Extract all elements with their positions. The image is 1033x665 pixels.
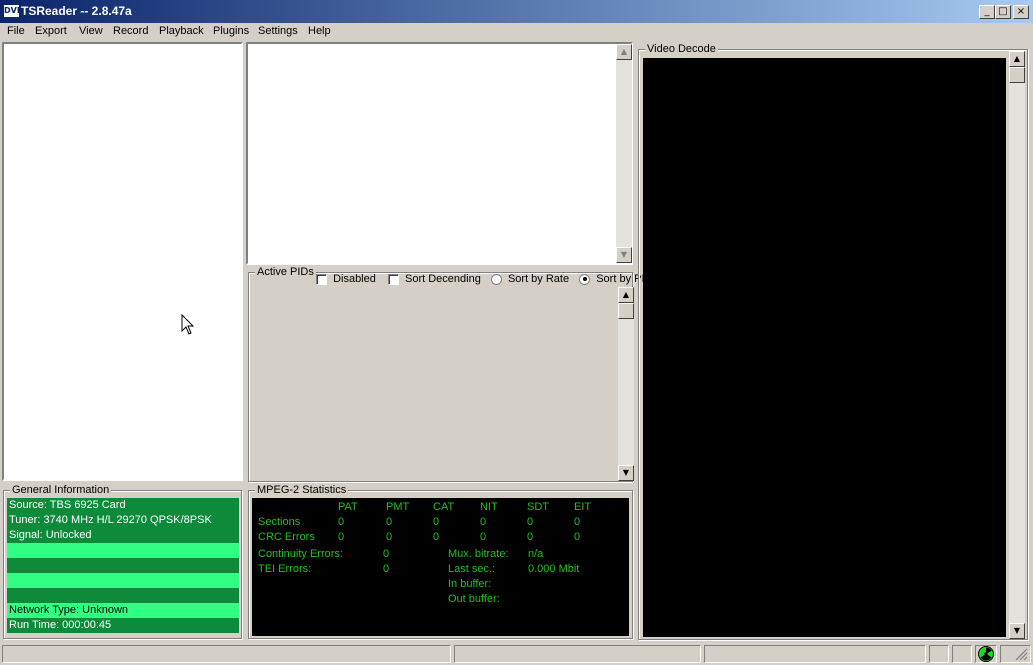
- run-time-row: Run Time: 000:00:45: [7, 618, 239, 633]
- close-button[interactable]: ×: [1013, 5, 1029, 19]
- sections-pmt: 0: [386, 516, 393, 528]
- nit-header: NIT: [480, 501, 498, 513]
- radiation-icon: [978, 646, 994, 662]
- status-panel-2: [454, 645, 701, 663]
- status-panel-1: [2, 645, 451, 663]
- sections-eit: 0: [574, 516, 581, 528]
- status-panel-3: [704, 645, 926, 663]
- video-display[interactable]: [643, 58, 1006, 637]
- details-scrollbar[interactable]: ▲ ▼: [616, 44, 632, 263]
- sort-by-pid-radio[interactable]: [579, 273, 591, 285]
- crc-cat: 0: [433, 531, 440, 543]
- video-scrollbar[interactable]: ▲ ▼: [1009, 51, 1025, 639]
- crc-errors-label: CRC Errors: [258, 531, 315, 543]
- general-info-group: General Information Source: TBS 6925 Car…: [3, 484, 242, 639]
- out-buffer-label: Out buffer:: [448, 593, 500, 605]
- sections-label: Sections: [258, 516, 301, 528]
- mpeg2-stats-display: PAT PMT CAT NIT SDT EIT Sections 0 0 0 0…: [252, 498, 629, 636]
- menu-file[interactable]: File: [7, 25, 25, 37]
- details-panel[interactable]: ▲ ▼: [246, 42, 633, 265]
- tei-errors-label: TEI Errors:: [258, 563, 312, 575]
- sort-descending-label: Sort Decending: [405, 273, 481, 285]
- sort-descending-checkbox[interactable]: [387, 273, 399, 285]
- video-scroll-down-button[interactable]: ▼: [1009, 623, 1025, 639]
- general-info-label: General Information: [10, 484, 112, 496]
- pids-options: Disabled Sort Decending Sort by Rate Sor…: [316, 273, 652, 285]
- menu-bar: File Export View Record Playback Plugins…: [0, 23, 1033, 41]
- sections-nit: 0: [480, 516, 487, 528]
- sort-by-rate-radio[interactable]: [490, 273, 502, 285]
- sdt-header: SDT: [527, 501, 549, 513]
- info-row: [7, 558, 239, 573]
- crc-nit: 0: [480, 531, 487, 543]
- pids-scrollbar[interactable]: ▲ ▼: [618, 287, 634, 481]
- window-title: TSReader -- 2.8.47a: [21, 4, 132, 18]
- mouse-cursor-icon: [181, 314, 195, 335]
- menu-playback[interactable]: Playback: [159, 25, 204, 37]
- info-row: [7, 573, 239, 588]
- disabled-checkbox[interactable]: [316, 273, 327, 285]
- eit-header: EIT: [574, 501, 592, 513]
- signal-row: Signal: Unlocked: [7, 528, 239, 543]
- size-grip[interactable]: [1000, 645, 1031, 663]
- general-info-list: Source: TBS 6925 Card Tuner: 3740 MHz H/…: [7, 498, 239, 633]
- menu-view[interactable]: View: [79, 25, 103, 37]
- video-scroll-thumb[interactable]: [1009, 67, 1025, 83]
- menu-help[interactable]: Help: [308, 25, 331, 37]
- status-panel-5: [952, 645, 972, 663]
- sections-pat: 0: [338, 516, 345, 528]
- source-row: Source: TBS 6925 Card: [7, 498, 239, 513]
- disabled-label: Disabled: [333, 273, 376, 285]
- network-type-row: Network Type: Unknown: [7, 603, 239, 618]
- info-row: [7, 543, 239, 558]
- last-sec-value: 0.000 Mbit: [528, 563, 580, 575]
- status-panel-icon: [975, 645, 997, 663]
- continuity-errors-value: 0: [383, 548, 390, 560]
- menu-plugins[interactable]: Plugins: [213, 25, 249, 37]
- crc-pat: 0: [338, 531, 345, 543]
- mpeg2-stats-group: MPEG-2 Statistics PAT PMT CAT NIT SDT EI…: [248, 484, 633, 639]
- info-row: [7, 588, 239, 603]
- video-scroll-up-button[interactable]: ▲: [1009, 51, 1025, 67]
- crc-eit: 0: [574, 531, 581, 543]
- sections-sdt: 0: [527, 516, 534, 528]
- menu-settings[interactable]: Settings: [258, 25, 298, 37]
- pat-header: PAT: [338, 501, 358, 513]
- sections-cat: 0: [433, 516, 440, 528]
- mux-bitrate-value: n/a: [528, 548, 544, 560]
- title-bar[interactable]: DVB TSReader -- 2.8.47a _ □ ×: [0, 0, 1033, 23]
- status-panel-4: [929, 645, 949, 663]
- crc-pmt: 0: [386, 531, 393, 543]
- maximize-button[interactable]: □: [995, 5, 1011, 19]
- sort-by-rate-label: Sort by Rate: [507, 273, 570, 285]
- scroll-down-button[interactable]: ▼: [616, 247, 632, 263]
- active-pids-group: Active PIDs Disabled Sort Decending Sort…: [248, 266, 652, 482]
- pids-scroll-up-button[interactable]: ▲: [618, 287, 634, 303]
- tei-errors-value: 0: [383, 563, 390, 575]
- crc-sdt: 0: [527, 531, 534, 543]
- video-decode-label: Video Decode: [645, 43, 718, 55]
- pids-scroll-down-button[interactable]: ▼: [618, 465, 634, 481]
- menu-export[interactable]: Export: [35, 25, 67, 37]
- mux-bitrate-label: Mux. bitrate:: [448, 548, 509, 560]
- active-pids-label: Active PIDs: [255, 266, 316, 278]
- cat-header: CAT: [433, 501, 455, 513]
- menu-record[interactable]: Record: [113, 25, 148, 37]
- scroll-up-button[interactable]: ▲: [616, 44, 632, 60]
- mpeg2-stats-label: MPEG-2 Statistics: [255, 484, 349, 496]
- pmt-header: PMT: [386, 501, 410, 513]
- continuity-errors-label: Continuity Errors:: [258, 548, 343, 560]
- tuner-row: Tuner: 3740 MHz H/L 29270 QPSK/8PSK: [7, 513, 239, 528]
- pids-scroll-thumb[interactable]: [618, 303, 634, 319]
- app-icon: DVB: [4, 5, 23, 17]
- last-sec-label: Last sec.:: [448, 563, 496, 575]
- in-buffer-label: In buffer:: [448, 578, 492, 590]
- program-tree-panel[interactable]: [2, 42, 243, 481]
- resize-grip-icon: [1015, 648, 1028, 661]
- video-decode-group: Video Decode ▲ ▼: [638, 43, 1028, 640]
- minimize-button[interactable]: _: [979, 5, 995, 19]
